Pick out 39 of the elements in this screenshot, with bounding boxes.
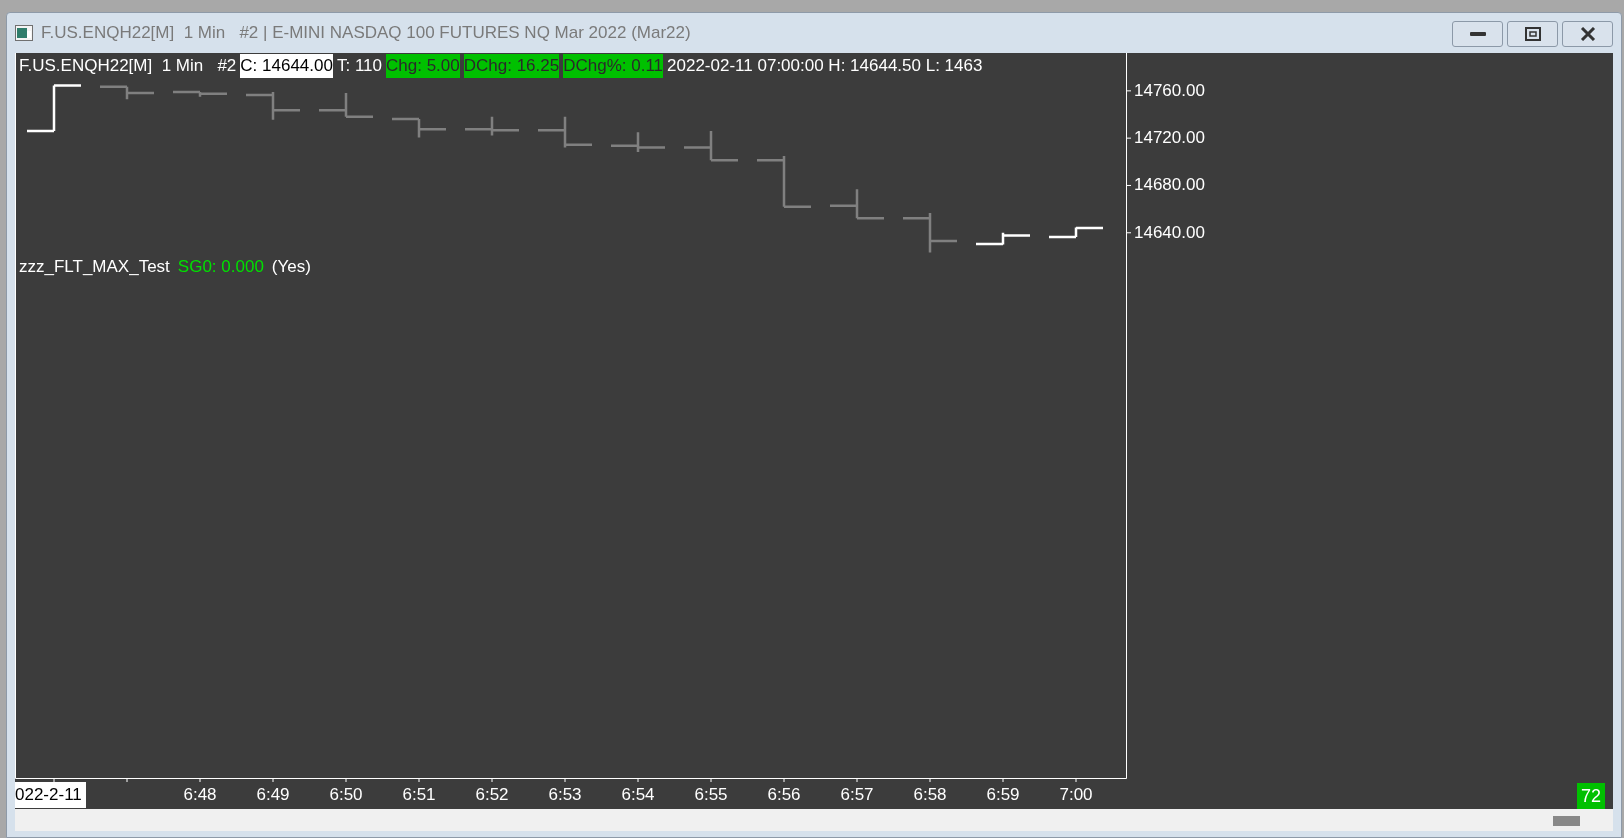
quote-field: DChg: 16.25 — [463, 54, 560, 78]
price-axis-label: 14640.00 — [1134, 222, 1205, 243]
price-axis-label: 14680.00 — [1134, 175, 1205, 196]
bar-count-badge: 72 — [1576, 783, 1605, 809]
time-axis-label: 6:57 — [840, 784, 874, 806]
chart-app-icon — [15, 25, 33, 41]
window-title: F.US.ENQH22[M] 1 Min #2 | E-MINI NASDAQ 100 FUTURES NQ Mar 2022 (Mar22) — [41, 22, 691, 45]
study-value: SG0: 0.000 — [177, 256, 264, 278]
time-axis-label: 6:55 — [694, 784, 728, 806]
time-axis-label: 6:49 — [256, 784, 290, 806]
quote-field: T: 110 — [336, 54, 382, 78]
time-axis-label: 6:53 — [548, 784, 582, 806]
maximize-button[interactable] — [1507, 21, 1558, 47]
quote-field: C: 14644.00 — [240, 54, 333, 78]
study-label: (Yes) — [271, 256, 311, 278]
time-axis-label: 6:52 — [475, 784, 509, 806]
study-label: zzz_FLT_MAX_Test — [19, 256, 170, 278]
quote-field: Chg: 5.00 — [386, 54, 460, 78]
minimize-button[interactable] — [1452, 21, 1503, 47]
horizontal-scrollbar[interactable] — [15, 809, 1613, 831]
date-axis-label: 022-2-11 — [15, 782, 86, 808]
close-icon — [1579, 27, 1596, 41]
quote-field: 2022-02-11 07:00:00 H: 14644.50 L: 1463 — [667, 54, 983, 78]
maximize-icon — [1524, 27, 1541, 41]
quote-field: DChg%: 0.11 — [563, 54, 664, 78]
time-axis-label: 6:51 — [402, 784, 436, 806]
time-axis-label: 6:58 — [913, 784, 947, 806]
time-axis-label: 6:54 — [621, 784, 655, 806]
price-axis-label: 14720.00 — [1134, 128, 1205, 149]
time-axis-label: 7:00 — [1059, 784, 1093, 806]
time-axis-label: 6:48 — [183, 784, 217, 806]
time-axis-label: 6:59 — [986, 784, 1020, 806]
quote-field: F.US.ENQH22[M] 1 Min #2 — [19, 54, 237, 78]
time-axis-label: 6:56 — [767, 784, 801, 806]
time-axis-label: 6:50 — [329, 784, 363, 806]
close-button[interactable] — [1562, 21, 1613, 47]
minimize-icon — [1469, 32, 1486, 36]
scrollbar-thumb[interactable] — [1553, 816, 1580, 826]
price-axis-label: 14760.00 — [1134, 80, 1205, 101]
